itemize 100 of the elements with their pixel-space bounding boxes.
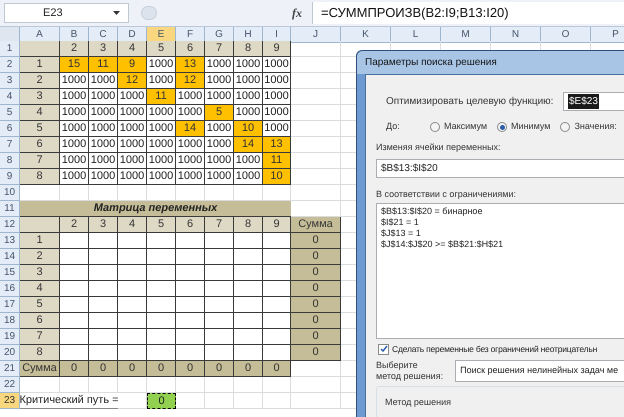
constraint-item[interactable]: $J$13 = 1 [381, 228, 624, 239]
table-cell [234, 249, 263, 265]
table-cell: 1000 [147, 153, 176, 169]
radio-button[interactable] [560, 122, 570, 132]
table-cell [234, 313, 263, 329]
table-cell: 15 [60, 57, 89, 73]
row-header[interactable]: 8 [0, 153, 20, 169]
table-cell: 4 [118, 41, 147, 57]
table-cell: 6 [176, 41, 205, 57]
row-header[interactable]: 11 [0, 201, 20, 217]
name-box[interactable]: E23 [4, 3, 129, 23]
column-header[interactable]: J [291, 27, 341, 43]
table-cell: 1000 [234, 169, 263, 185]
table-cell: 5 [147, 217, 176, 233]
table-cell [89, 329, 118, 345]
table-cell [60, 281, 89, 297]
row-header[interactable]: 21 [0, 361, 20, 377]
table-cell: 1000 [118, 121, 147, 137]
formula-field[interactable]: =СУММПРОИЗВ(B2:I9;B13:I20) [312, 2, 624, 24]
table-cell: 2 [60, 217, 89, 233]
table-cell [234, 281, 263, 297]
checkbox[interactable] [378, 344, 389, 355]
table-cell: 1000 [147, 169, 176, 185]
row-header[interactable]: 3 [0, 73, 20, 89]
table-cell: 2 [20, 73, 60, 89]
constraints-list[interactable]: $B$13:$I$20 = бинарное $I$21 = 1 $J$13 = 1 $J$14:$J$20 >= $B$21:$H$21 [376, 203, 624, 339]
table-cell: 1000 [176, 169, 205, 185]
row-header[interactable]: 22 [0, 377, 20, 393]
constraint-item[interactable]: $J$14:$J$20 >= $B$21:$H$21 [381, 239, 624, 250]
table-cell [89, 345, 118, 361]
table-cell: 10 [234, 121, 263, 137]
column-header[interactable]: K [341, 27, 391, 43]
row-header[interactable]: 6 [0, 121, 20, 137]
row-header[interactable]: 15 [0, 265, 20, 281]
table-cell [263, 313, 291, 329]
table-cell: 1000 [60, 153, 89, 169]
column-header[interactable]: O [541, 27, 591, 43]
table-cell: 1000 [147, 137, 176, 153]
row-header[interactable]: 10 [0, 185, 20, 201]
table-cell: 1000 [205, 169, 234, 185]
table-cell: 0 [60, 361, 89, 377]
table-cell: 0 [176, 361, 205, 377]
table-cell [176, 249, 205, 265]
table-cell: 1000 [205, 57, 234, 73]
table-cell: 0 [147, 361, 176, 377]
table-cell: 1000 [234, 57, 263, 73]
row-header[interactable]: 5 [0, 105, 20, 121]
column-header[interactable]: N [491, 27, 541, 43]
method-dropdown[interactable]: Поиск решения нелинейных задач ме [455, 360, 624, 382]
radio-button[interactable] [497, 122, 508, 132]
table-cell: 7 [205, 217, 234, 233]
row-header[interactable]: 2 [0, 57, 20, 73]
checkmark-icon [380, 345, 388, 354]
row-header[interactable]: 23 [0, 393, 20, 409]
table-cell [60, 233, 89, 249]
variables-field[interactable]: $B$13:$I$20 [376, 158, 624, 178]
row-header[interactable]: 17 [0, 297, 20, 313]
table-cell: 9 [263, 41, 291, 57]
radio-label: Максимум [444, 120, 488, 134]
table-cell: 1000 [176, 89, 205, 105]
row-header[interactable]: 9 [0, 169, 20, 185]
radio-button[interactable] [430, 122, 440, 132]
table-cell: 0 [291, 345, 341, 361]
table-cell: Сумма [20, 361, 60, 377]
table-cell: 0 [291, 313, 341, 329]
row-header[interactable]: 4 [0, 89, 20, 105]
objective-field[interactable]: $E$23 [563, 92, 624, 110]
splitter-handle[interactable] [141, 6, 157, 20]
column-header[interactable]: P [591, 27, 624, 43]
row-header[interactable]: 1 [0, 41, 20, 57]
table-cell: 7 [20, 329, 60, 345]
row-header[interactable]: 18 [0, 313, 20, 329]
row-header[interactable]: 16 [0, 281, 20, 297]
row-header[interactable]: 14 [0, 249, 20, 265]
row-header[interactable]: 7 [0, 137, 20, 153]
table-cell: 3 [20, 89, 60, 105]
table-cell [263, 233, 291, 249]
table-cell: 1000 [118, 137, 147, 153]
constraint-item[interactable]: $I$21 = 1 [381, 217, 624, 228]
table-cell: 0 [291, 281, 341, 297]
table-cell: 11 [263, 153, 291, 169]
table-cell [118, 281, 147, 297]
table-cell: 4 [20, 105, 60, 121]
table-cell [60, 329, 89, 345]
table-cell: 11 [147, 89, 176, 105]
table-cell [60, 249, 89, 265]
table-cell [89, 281, 118, 297]
table-cell: 1000 [89, 153, 118, 169]
table-cell: 1000 [263, 57, 291, 73]
constraint-item[interactable]: $B$13:$I$20 = бинарное [381, 206, 624, 217]
column-header[interactable]: L [391, 27, 441, 43]
column-header[interactable]: M [441, 27, 491, 43]
table-cell: 0 [291, 265, 341, 281]
row-header[interactable]: 12 [0, 217, 20, 233]
table-cell [205, 233, 234, 249]
table-cell [234, 233, 263, 249]
row-header[interactable]: 20 [0, 345, 20, 361]
insert-function-button[interactable]: fx [292, 4, 302, 22]
row-header[interactable]: 13 [0, 233, 20, 249]
row-header[interactable]: 19 [0, 329, 20, 345]
